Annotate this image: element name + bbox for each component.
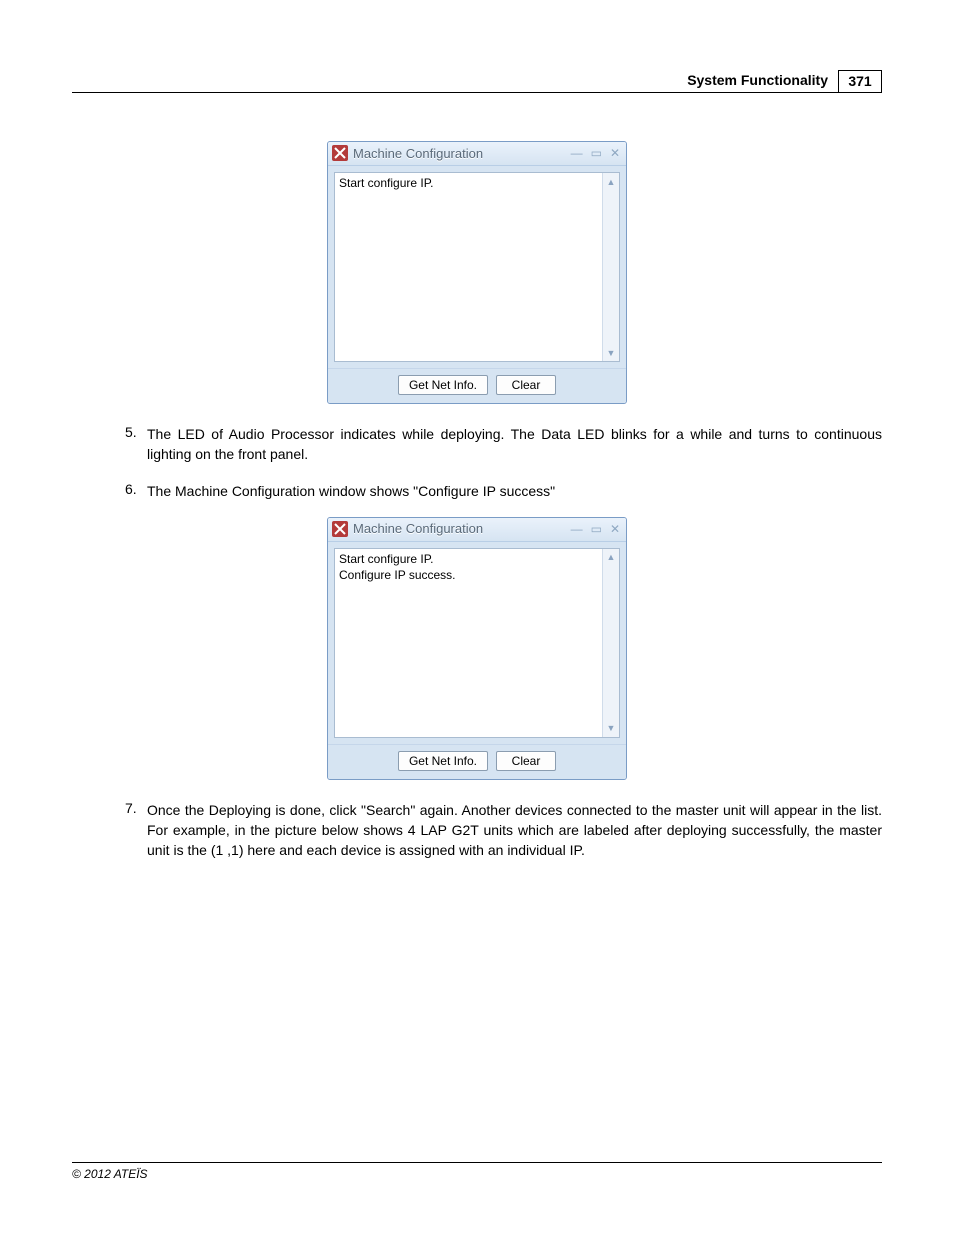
get-net-info-button[interactable]: Get Net Info. — [398, 375, 488, 395]
scroll-down-icon[interactable]: ▼ — [603, 720, 619, 737]
minimize-icon[interactable]: — — [571, 147, 583, 159]
list-number: 5. — [125, 424, 147, 465]
machine-configuration-window-1: Machine Configuration — ▭ ✕ Start config… — [327, 141, 627, 404]
list-text: The LED of Audio Processor indicates whi… — [147, 424, 882, 465]
machine-configuration-window-2: Machine Configuration — ▭ ✕ Start config… — [327, 517, 627, 780]
window-title: Machine Configuration — [353, 521, 571, 536]
list-item-6: 6. The Machine Configuration window show… — [125, 481, 882, 501]
header-section-title: System Functionality — [687, 70, 838, 88]
page-header: System Functionality 371 — [72, 70, 882, 93]
page-footer: © 2012 ATEÏS — [72, 1162, 882, 1181]
vertical-scrollbar[interactable]: ▲ ▼ — [602, 549, 619, 737]
list-item-7: 7. Once the Deploying is done, click "Se… — [125, 800, 882, 861]
clear-button[interactable]: Clear — [496, 751, 556, 771]
copyright-text: © 2012 ATEÏS — [72, 1167, 148, 1181]
close-icon[interactable]: ✕ — [610, 523, 620, 535]
vertical-scrollbar[interactable]: ▲ ▼ — [602, 173, 619, 361]
list-number: 6. — [125, 481, 147, 501]
list-item-5: 5. The LED of Audio Processor indicates … — [125, 424, 882, 465]
window-title: Machine Configuration — [353, 146, 571, 161]
maximize-icon[interactable]: ▭ — [591, 523, 602, 535]
scroll-up-icon[interactable]: ▲ — [603, 173, 619, 190]
log-textarea[interactable]: Start configure IP. ▲ ▼ — [334, 172, 620, 362]
log-textarea[interactable]: Start configure IP. Configure IP success… — [334, 548, 620, 738]
get-net-info-button[interactable]: Get Net Info. — [398, 751, 488, 771]
app-icon — [332, 145, 348, 161]
header-page-number: 371 — [838, 70, 882, 93]
app-icon — [332, 521, 348, 537]
close-icon[interactable]: ✕ — [610, 147, 620, 159]
window-titlebar[interactable]: Machine Configuration — ▭ ✕ — [328, 142, 626, 166]
scroll-down-icon[interactable]: ▼ — [603, 344, 619, 361]
list-number: 7. — [125, 800, 147, 861]
list-text: Once the Deploying is done, click "Searc… — [147, 800, 882, 861]
maximize-icon[interactable]: ▭ — [591, 147, 602, 159]
log-content: Start configure IP. — [335, 173, 602, 361]
minimize-icon[interactable]: — — [571, 523, 583, 535]
list-text: The Machine Configuration window shows "… — [147, 481, 882, 501]
window-titlebar[interactable]: Machine Configuration — ▭ ✕ — [328, 518, 626, 542]
log-content: Start configure IP. Configure IP success… — [335, 549, 602, 737]
clear-button[interactable]: Clear — [496, 375, 556, 395]
scroll-up-icon[interactable]: ▲ — [603, 549, 619, 566]
